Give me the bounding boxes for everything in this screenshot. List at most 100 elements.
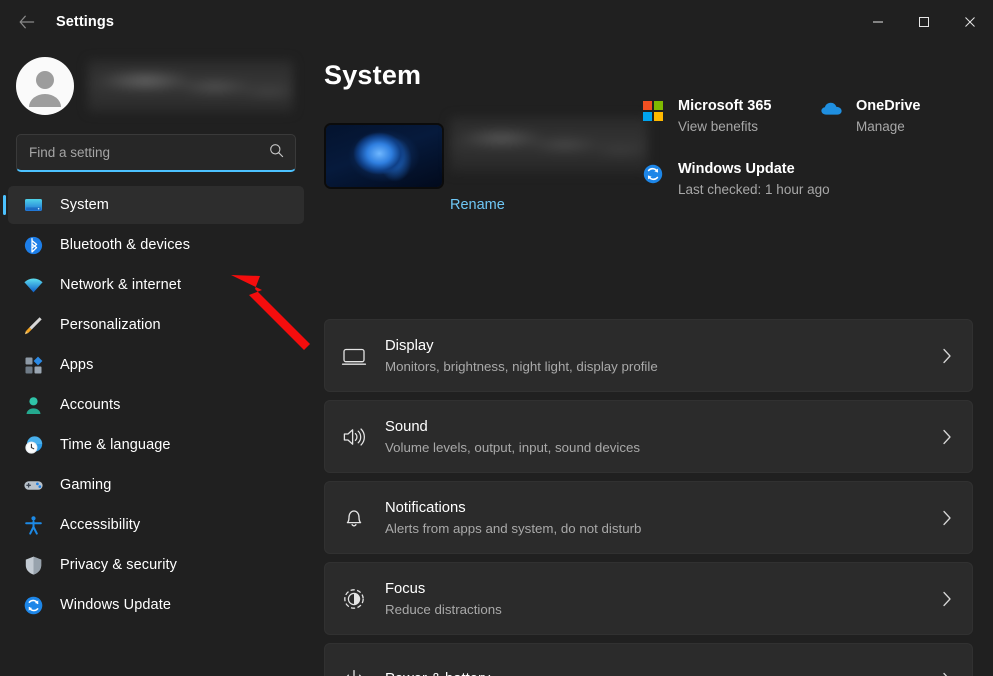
sidebar-item-time-language[interactable]: Time & language [8, 426, 304, 464]
sidebar-item-network-internet[interactable]: Network & internet [8, 266, 304, 304]
focus-moon-icon [339, 584, 369, 614]
sidebar-item-apps[interactable]: Apps [8, 346, 304, 384]
hero-tile-subtitle[interactable]: View benefits [678, 117, 771, 136]
person-icon [22, 394, 44, 416]
search-box[interactable] [16, 134, 296, 172]
avatar [16, 57, 74, 115]
microsoft-logo-icon [642, 97, 668, 122]
card-text: Power & battery [385, 669, 942, 676]
card-subtitle: Reduce distractions [385, 601, 942, 619]
wifi-icon [22, 274, 44, 296]
accessibility-icon [22, 514, 44, 536]
sidebar-item-label: Accounts [60, 397, 120, 413]
close-button[interactable] [947, 0, 993, 44]
windows-update-icon [642, 160, 668, 190]
apps-icon [22, 354, 44, 376]
sidebar-item-system[interactable]: System [8, 186, 304, 224]
windows-update-tile[interactable]: Windows Update Last checked: 1 hour ago [642, 160, 982, 199]
sidebar-item-label: Privacy & security [60, 557, 177, 573]
bluetooth-icon [22, 234, 44, 256]
maximize-icon [918, 16, 930, 28]
sidebar-item-label: System [60, 197, 109, 213]
sidebar-item-label: Gaming [60, 477, 111, 493]
gamepad-icon [22, 474, 44, 496]
card-subtitle: Alerts from apps and system, do not dist… [385, 520, 942, 538]
settings-card-focus[interactable]: Focus Reduce distractions [324, 562, 973, 635]
sidebar-item-label: Bluetooth & devices [60, 237, 190, 253]
chevron-right-icon [942, 672, 952, 676]
device-name-redacted [450, 117, 648, 173]
windows-update-icon [22, 594, 44, 616]
hero-tile-title: OneDrive [856, 97, 920, 115]
app-title: Settings [56, 14, 114, 30]
settings-card-power-battery[interactable]: Power & battery [324, 643, 973, 676]
chevron-right-icon [942, 510, 952, 526]
sidebar-item-accounts[interactable]: Accounts [8, 386, 304, 424]
paintbrush-icon [22, 314, 44, 336]
hero-tile-title: Microsoft 365 [678, 97, 771, 115]
hero-tiles: Microsoft 365 View benefits OneDrive [642, 97, 982, 199]
card-subtitle: Volume levels, output, input, sound devi… [385, 439, 942, 457]
system-monitor-icon [22, 194, 44, 216]
card-text: Sound Volume levels, output, input, soun… [385, 417, 942, 457]
card-text: Display Monitors, brightness, night ligh… [385, 336, 942, 376]
card-text: Notifications Alerts from apps and syste… [385, 498, 942, 538]
device-hero: Rename Microsoft 365 [312, 113, 993, 253]
settings-window: Settings [0, 0, 993, 676]
settings-card-sound[interactable]: Sound Volume levels, output, input, soun… [324, 400, 973, 473]
bloom-graphic [326, 125, 442, 187]
user-avatar-icon [16, 57, 74, 115]
maximize-button[interactable] [901, 0, 947, 44]
onedrive-tile[interactable]: OneDrive Manage [820, 97, 980, 136]
sidebar-item-label: Apps [60, 357, 93, 373]
settings-card-notifications[interactable]: Notifications Alerts from apps and syste… [324, 481, 973, 554]
sidebar: System Bluetooth & devices [0, 44, 312, 676]
sidebar-item-label: Network & internet [60, 277, 181, 293]
back-button[interactable] [10, 7, 44, 37]
account-tile[interactable] [0, 50, 312, 122]
page-title: System [324, 60, 993, 91]
microsoft-365-tile[interactable]: Microsoft 365 View benefits [642, 97, 820, 136]
rename-link[interactable]: Rename [450, 197, 505, 213]
sidebar-item-label: Personalization [60, 317, 161, 333]
minimize-button[interactable] [855, 0, 901, 44]
account-name-area [88, 60, 312, 112]
title-bar: Settings [0, 0, 993, 44]
clock-globe-icon [22, 434, 44, 456]
search-container [0, 134, 312, 172]
chevron-right-icon [942, 591, 952, 607]
sidebar-item-label: Time & language [60, 437, 171, 453]
main-content: System Rename [312, 44, 993, 676]
back-arrow-icon [19, 15, 35, 29]
sidebar-item-bluetooth-devices[interactable]: Bluetooth & devices [8, 226, 304, 264]
settings-card-display[interactable]: Display Monitors, brightness, night ligh… [324, 319, 973, 392]
shield-icon [22, 554, 44, 576]
hero-tile-subtitle[interactable]: Manage [856, 117, 920, 136]
sidebar-item-accessibility[interactable]: Accessibility [8, 506, 304, 544]
sidebar-item-label: Accessibility [60, 517, 140, 533]
window-controls [855, 0, 993, 44]
onedrive-cloud-icon [820, 97, 846, 118]
sidebar-item-gaming[interactable]: Gaming [8, 466, 304, 504]
power-icon [339, 665, 369, 676]
sidebar-item-personalization[interactable]: Personalization [8, 306, 304, 344]
hero-tile-row: Microsoft 365 View benefits OneDrive [642, 97, 982, 136]
card-title: Display [385, 336, 942, 356]
bell-icon [339, 503, 369, 533]
windows-bloom-wallpaper [324, 123, 444, 189]
windows-update-subtitle: Last checked: 1 hour ago [678, 180, 848, 199]
chevron-right-icon [942, 429, 952, 445]
search-input[interactable] [17, 145, 295, 160]
card-title: Sound [385, 417, 942, 437]
settings-card-list: Display Monitors, brightness, night ligh… [312, 319, 993, 676]
sidebar-nav: System Bluetooth & devices [0, 186, 312, 624]
card-title: Power & battery [385, 669, 942, 676]
card-text: Focus Reduce distractions [385, 579, 942, 619]
card-title: Notifications [385, 498, 942, 518]
close-icon [964, 16, 976, 28]
sidebar-item-privacy-security[interactable]: Privacy & security [8, 546, 304, 584]
chevron-right-icon [942, 348, 952, 364]
minimize-icon [872, 16, 884, 28]
sidebar-item-windows-update[interactable]: Windows Update [8, 586, 304, 624]
card-subtitle: Monitors, brightness, night light, displ… [385, 358, 942, 376]
